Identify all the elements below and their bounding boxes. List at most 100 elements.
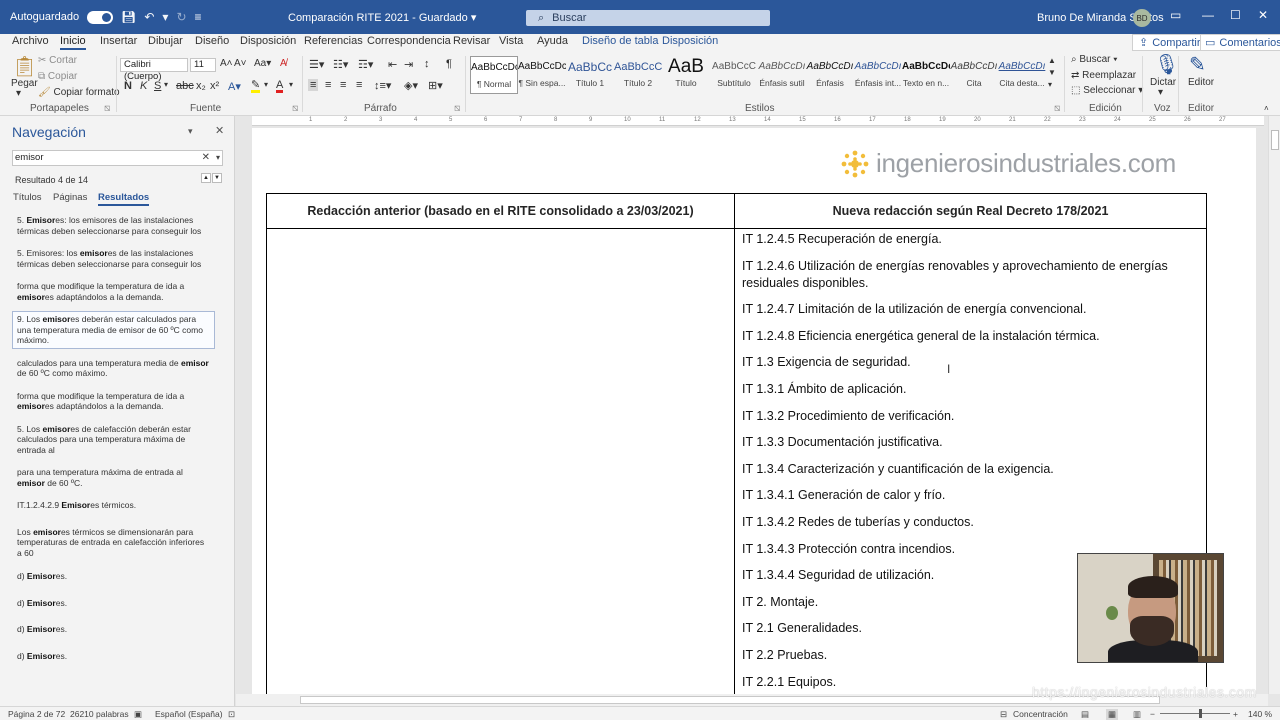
multilevel-list-icon[interactable]: ☶▾	[358, 58, 373, 71]
nav-result-item[interactable]: d) Emisores.	[12, 595, 215, 612]
bold-icon[interactable]: N	[124, 80, 132, 92]
underline-icon[interactable]: S	[154, 80, 161, 92]
undo-dropdown-icon[interactable]: ▾	[162, 10, 168, 24]
document-line[interactable]: IT 1.2.4.7 Limitación de la utilización …	[735, 301, 1206, 318]
nav-result-item[interactable]: 5. Emisores: los emisores de las instala…	[12, 245, 215, 272]
tab-archivo[interactable]: Archivo	[12, 35, 49, 47]
table-header-previous[interactable]: Redacción anterior (basado en el RITE co…	[266, 193, 735, 229]
horizontal-ruler[interactable]: 1 2 3 4 5 6 7 8 9 10 11 12 13 14 15 16 17 18 19 20 21 22 23 24 2…	[252, 116, 1264, 126]
share-button[interactable]: ⇪ Compartir	[1132, 34, 1208, 51]
nav-result-item[interactable]: forma que modifique la temperatura de id…	[12, 278, 215, 305]
nav-tab-paginas[interactable]: Páginas	[53, 192, 87, 203]
nav-result-item[interactable]: para una temperatura máxima de entrada a…	[12, 464, 215, 491]
dialog-launcher-icon[interactable]: ⧅	[454, 103, 460, 114]
superscript-icon[interactable]: x²	[210, 80, 219, 92]
zoom-in-icon[interactable]: +	[1233, 709, 1238, 719]
table-header-new[interactable]: Nueva redacción según Real Decreto 178/2…	[734, 193, 1207, 229]
tab-insertar[interactable]: Insertar	[100, 35, 137, 47]
justify-icon[interactable]: ≡	[356, 79, 362, 91]
language-status[interactable]: Español (España)	[155, 709, 223, 719]
focus-icon[interactable]: ⊟	[1000, 709, 1007, 720]
tab-correspondencia[interactable]: Correspondencia	[367, 35, 451, 47]
copy-button[interactable]: ⧉ Copiar	[38, 71, 77, 82]
document-line[interactable]: IT 1.3.3 Documentación justificativa.	[735, 434, 1206, 451]
style-no-spacing[interactable]: AaBbCcDc ¶ Sin espa...	[518, 56, 566, 94]
line-spacing-icon[interactable]: ↕≡▾	[374, 79, 391, 92]
replace-button[interactable]: ⇄ Reemplazar	[1071, 70, 1136, 81]
document-line[interactable]: IT 1.2.4.8 Eficiencia energética general…	[735, 328, 1206, 345]
zoom-slider-thumb[interactable]	[1199, 709, 1202, 718]
microphone-icon[interactable]: 🎙︎	[1154, 52, 1179, 77]
nav-result-item[interactable]: d) Emisores.	[12, 568, 215, 585]
nav-result-item[interactable]: d) Emisores.	[12, 621, 215, 638]
style-quote[interactable]: AaBbCcDı Cita	[950, 56, 998, 94]
tab-inicio[interactable]: Inicio	[60, 35, 86, 50]
shading-icon[interactable]: ◈▾	[404, 79, 418, 92]
numbering-icon[interactable]: ☷▾	[333, 58, 348, 71]
grow-font-icon[interactable]: A˄	[220, 58, 233, 69]
underline-dropdown-icon[interactable]: ▾	[164, 80, 168, 89]
shrink-font-icon[interactable]: A˅	[234, 58, 247, 69]
nav-result-item[interactable]: 5. Emisores: los emisores de las instala…	[12, 212, 215, 239]
zoom-slider[interactable]	[1160, 713, 1230, 714]
nav-result-item[interactable]: forma que modifique la temperatura de id…	[12, 388, 215, 415]
table-cell-previous[interactable]	[266, 228, 735, 694]
avatar[interactable]: BD	[1133, 9, 1151, 27]
tab-dibujar[interactable]: Dibujar	[148, 35, 183, 47]
word-count[interactable]: 26210 palabras	[70, 709, 129, 719]
highlight-icon[interactable]: ✎	[251, 80, 261, 93]
search-options-icon[interactable]: ▾	[216, 151, 220, 165]
align-center-icon[interactable]: ≡	[325, 79, 331, 91]
style-emphasis[interactable]: AaBbCcDı Énfasis	[806, 56, 854, 94]
document-line[interactable]: IT 1.2.4.6 Utilización de energías renov…	[735, 258, 1206, 292]
nav-result-item[interactable]: IT.1.2.4.2.9 Emisores térmicos.	[12, 497, 215, 514]
paste-dropdown-icon[interactable]: ▾	[16, 88, 21, 99]
print-layout-icon[interactable]: ▦	[1106, 709, 1119, 720]
dictate-button[interactable]: Dictar	[1150, 77, 1176, 88]
nav-result-item[interactable]: calculados para una temperatura media de…	[12, 355, 215, 382]
collapse-ribbon-icon[interactable]: ˄	[1264, 104, 1269, 113]
zoom-out-icon[interactable]: −	[1150, 709, 1155, 719]
strikethrough-icon[interactable]: abc	[176, 80, 194, 92]
customize-toolbar-icon[interactable]: ≡	[195, 10, 202, 24]
style-intense-quote[interactable]: AaBbCcDı Cita desta...	[998, 56, 1046, 94]
nav-result-item[interactable]: Los emisores térmicos se dimensionarán p…	[12, 524, 215, 562]
maximize-icon[interactable]: ☐	[1230, 8, 1241, 22]
decrease-indent-icon[interactable]: ⇤	[388, 58, 397, 71]
styles-scroll-up-icon[interactable]: ▲	[1048, 56, 1056, 65]
proofing-icon[interactable]: ▣	[134, 709, 142, 720]
close-icon[interactable]: ✕	[215, 124, 224, 137]
autosave-toggle[interactable]	[87, 10, 114, 24]
paste-button[interactable]: Pegar	[11, 78, 38, 89]
style-subtle-emphasis[interactable]: AaBbCcDı Énfasis sutil	[758, 56, 806, 94]
style-heading-2[interactable]: AaBbCcC Título 2	[614, 56, 662, 94]
bullets-icon[interactable]: ☰▾	[309, 58, 324, 71]
document-line[interactable]: IT 1.3.4 Caracterización y cuantificació…	[735, 461, 1206, 478]
ribbon-display-icon[interactable]: ▭	[1170, 8, 1181, 22]
tab-diseno-de-tabla[interactable]: Diseño de tabla	[582, 35, 658, 47]
text-effects-icon[interactable]: A▾	[228, 80, 241, 93]
font-color-dropdown-icon[interactable]: ▾	[289, 80, 293, 89]
focus-mode-button[interactable]: Concentración	[1013, 709, 1068, 719]
find-button[interactable]: ⌕ Buscar ▾	[1071, 54, 1118, 65]
editor-button[interactable]: Editor	[1188, 77, 1214, 88]
style-strong[interactable]: AaBbCcDc Texto en n...	[902, 56, 950, 94]
select-button[interactable]: ⬚ Seleccionar ▾	[1071, 85, 1143, 96]
redo-icon[interactable]: ↻	[176, 10, 186, 24]
style-intense-emphasis[interactable]: AaBbCcDı Énfasis int...	[854, 56, 902, 94]
dictate-dropdown-icon[interactable]: ▾	[1158, 87, 1163, 98]
save-icon[interactable]: 💾︎	[121, 10, 136, 24]
align-right-icon[interactable]: ≡	[340, 79, 346, 91]
font-color-icon[interactable]: A	[276, 80, 284, 93]
dialog-launcher-icon[interactable]: ⧅	[104, 103, 110, 114]
show-marks-icon[interactable]: ¶	[446, 58, 452, 70]
tab-ayuda[interactable]: Ayuda	[537, 35, 568, 47]
search-box[interactable]: ⌕ Buscar	[526, 10, 770, 26]
page-count[interactable]: Página 2 de 72	[8, 709, 65, 719]
styles-more-icon[interactable]: ▾	[1048, 80, 1052, 89]
style-normal[interactable]: AaBbCcDc ¶ Normal	[470, 56, 518, 94]
highlight-dropdown-icon[interactable]: ▾	[264, 80, 268, 89]
format-painter-button[interactable]: 🖌︎ Copiar formato	[38, 87, 120, 98]
clear-format-icon[interactable]: A̸	[280, 58, 287, 69]
minimize-icon[interactable]: —	[1202, 8, 1214, 22]
